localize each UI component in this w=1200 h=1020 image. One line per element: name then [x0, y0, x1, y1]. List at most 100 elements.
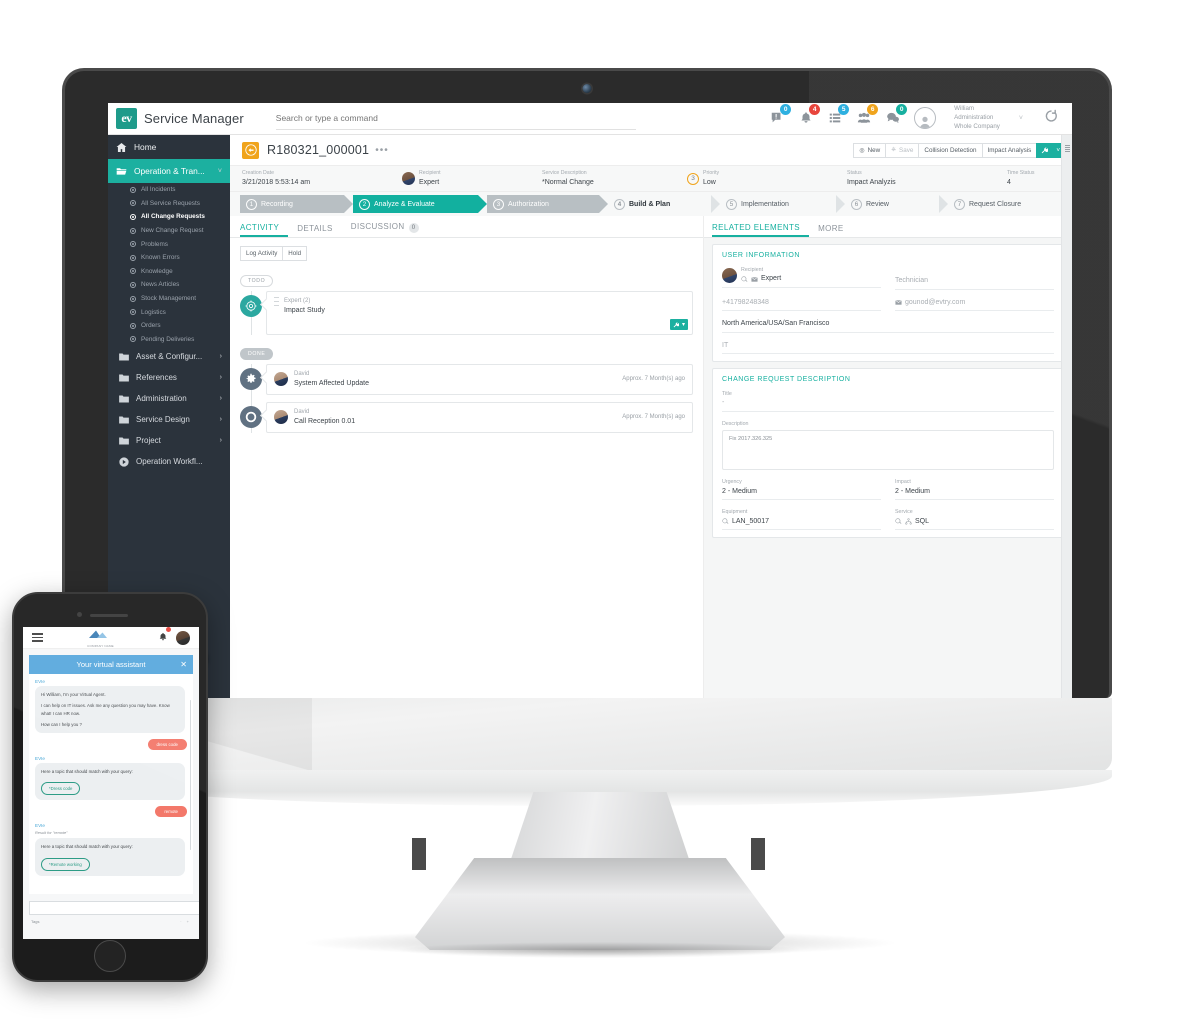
tab-more[interactable]: MORE — [818, 224, 853, 237]
chevron-down-icon[interactable]: ˅ — [1019, 115, 1023, 122]
equipment-value-row[interactable]: LAN_50017 — [722, 517, 881, 528]
mail-icon[interactable] — [751, 275, 758, 285]
search-icon[interactable] — [741, 275, 748, 285]
phone-value[interactable]: +41798248348 — [722, 298, 881, 309]
phone-home-button[interactable] — [94, 940, 126, 972]
chat-sender: EVIe — [35, 756, 45, 762]
description-value[interactable]: Fix 2017.326.325 — [722, 430, 1054, 471]
sidebar-group-operation[interactable]: Operation & Tran... ˅ — [108, 159, 230, 183]
team-icon[interactable]: 6 — [856, 104, 879, 126]
tab-discussion[interactable]: DISCUSSION 0 — [351, 222, 428, 237]
chat-input[interactable] — [29, 901, 199, 915]
activity-card[interactable]: David Call Reception 0.01 Approx. 7 Mont… — [266, 401, 693, 433]
save-icon: ⎈ — [891, 146, 897, 153]
technician-placeholder[interactable]: Technician — [895, 276, 1054, 287]
urgency-value[interactable]: 2 - Medium — [722, 487, 881, 498]
sidebar-item-all-change-requests[interactable]: All Change Requests — [108, 210, 230, 224]
tab-activity[interactable]: ACTIVITY — [240, 223, 289, 237]
title-value[interactable]: - — [722, 398, 1054, 409]
activity-card[interactable]: Expert (2) Impact Study ▾ — [266, 291, 693, 335]
avatar[interactable] — [914, 107, 937, 130]
tab-related-elements[interactable]: RELATED ELEMENTS — [712, 223, 810, 237]
sidebar-item-stock-management[interactable]: Stock Management — [108, 292, 230, 306]
activity-card[interactable]: David System Affected Update Approx. 7 M… — [266, 364, 693, 395]
sidebar-item-asset-configuration[interactable]: Asset & Configur... › — [108, 346, 230, 367]
save-button[interactable]: ⎈ Save — [885, 142, 920, 158]
sidebar-item-knowledge[interactable]: Knowledge — [108, 265, 230, 279]
sidebar-item-operation-workflow[interactable]: Operation Workfl... — [108, 451, 230, 472]
email-value-row[interactable]: gounod@evtry.com — [895, 298, 1054, 309]
impact-analysis-button[interactable]: Impact Analysis — [981, 142, 1038, 158]
timeline-row[interactable]: David System Affected Update Approx. 7 M… — [240, 364, 693, 395]
service-manager-app: ev Service Manager 0 — [108, 103, 1072, 698]
chat-scrollbar[interactable] — [189, 700, 191, 850]
sidebar-item-all-incidents[interactable]: All Incidents — [108, 183, 230, 197]
list-icon[interactable]: 5 — [827, 104, 850, 126]
topic-chip[interactable]: *Remote working — [41, 857, 90, 871]
sidebar-item-known-errors[interactable]: Known Errors — [108, 251, 230, 265]
record-more-icon[interactable]: ••• — [375, 145, 389, 156]
impact-value[interactable]: 2 - Medium — [895, 487, 1054, 498]
sidebar-item-all-service-requests[interactable]: All Service Requests — [108, 197, 230, 211]
sidebar-item-administration[interactable]: Administration › — [108, 388, 230, 409]
global-search[interactable] — [275, 108, 647, 133]
topic-chip[interactable]: *Dress code — [41, 782, 81, 796]
activity-author: David — [294, 408, 310, 415]
search-input[interactable] — [275, 113, 636, 123]
service-value-row[interactable]: SQL — [895, 517, 1054, 528]
sidebar-item-service-design[interactable]: Service Design › — [108, 409, 230, 430]
sidebar-item-new-change-request[interactable]: New Change Request — [108, 224, 230, 238]
impact-field: Impact 2 - Medium — [895, 478, 1054, 508]
collision-detection-button[interactable]: Collision Detection — [918, 142, 983, 158]
search-icon[interactable] — [895, 517, 902, 527]
log-activity-button[interactable]: Log Activity — [240, 246, 284, 261]
sidebar-item-orders[interactable]: Orders — [108, 319, 230, 333]
chat-icon[interactable]: 0 — [885, 104, 908, 126]
timeline-row[interactable]: Expert (2) Impact Study ▾ — [240, 291, 693, 335]
step-review[interactable]: 6 Review — [845, 195, 948, 213]
hold-button[interactable]: Hold — [282, 246, 308, 261]
chat-line: Hi William, I'm your Virtual Agent. — [41, 692, 106, 697]
step-implementation[interactable]: 5 Implementation — [720, 195, 845, 213]
bell-icon[interactable] — [158, 627, 171, 647]
sidebar-item-problems[interactable]: Problems — [108, 237, 230, 251]
sidebar-item-project[interactable]: Project › — [108, 430, 230, 451]
monitor-stand-neck — [510, 792, 690, 862]
avatar[interactable] — [176, 630, 190, 645]
recipient-value-row[interactable]: Expert — [741, 274, 781, 285]
step-authorization[interactable]: 3 Authorization — [487, 195, 608, 213]
step-analyze-evaluate[interactable]: 2 Analyze & Evaluate — [353, 195, 487, 213]
bell-icon[interactable]: 4 — [798, 104, 821, 126]
tab-details[interactable]: DETAILS — [297, 224, 342, 237]
record-meta-row: Creation Date 3/21/2018 5:53:14 am Recipi… — [230, 165, 1072, 192]
stand-neck-right-shadow — [751, 838, 765, 870]
tags-label: Tags — [31, 919, 40, 924]
meta-label: Status — [847, 169, 862, 176]
sidebar-item-references[interactable]: References › — [108, 367, 230, 388]
new-button[interactable]: ◎ New — [853, 142, 887, 158]
wrench-icon[interactable] — [1036, 142, 1054, 158]
scrollbar-grip[interactable] — [1065, 145, 1070, 153]
sidebar-item-news-articles[interactable]: News Articles — [108, 278, 230, 292]
announcement-icon[interactable]: 0 — [769, 104, 792, 126]
step-label: Review — [866, 200, 889, 208]
tags-actions[interactable]: · + — [180, 919, 191, 924]
sidebar-item-home[interactable]: Home — [108, 135, 230, 159]
sidebar-item-pending-deliveries[interactable]: Pending Deliveries — [108, 333, 230, 347]
timeline-row[interactable]: David Call Reception 0.01 Approx. 7 Mont… — [240, 401, 693, 433]
timeline-todo: Expert (2) Impact Study ▾ — [240, 291, 693, 335]
step-build-plan[interactable]: 4 Build & Plan — [608, 195, 720, 213]
search-icon[interactable] — [722, 517, 729, 527]
step-request-closure[interactable]: 7 Request Closure — [948, 195, 1034, 213]
step-recording[interactable]: 1 Recording — [240, 195, 353, 213]
close-icon[interactable]: ✕ — [180, 660, 187, 669]
department-value[interactable]: IT — [722, 341, 1054, 352]
wrench-icon[interactable]: ▾ — [669, 319, 688, 330]
logout-icon[interactable] — [1044, 109, 1058, 128]
location-value[interactable]: North America/USA/San Francisco — [722, 319, 1054, 330]
sidebar-item-logistics[interactable]: Logistics — [108, 305, 230, 319]
drag-handle[interactable] — [274, 297, 279, 306]
page-scrollbar[interactable] — [1061, 135, 1072, 698]
hamburger-icon[interactable] — [32, 633, 43, 642]
meta-label: Creation Date — [242, 169, 275, 176]
